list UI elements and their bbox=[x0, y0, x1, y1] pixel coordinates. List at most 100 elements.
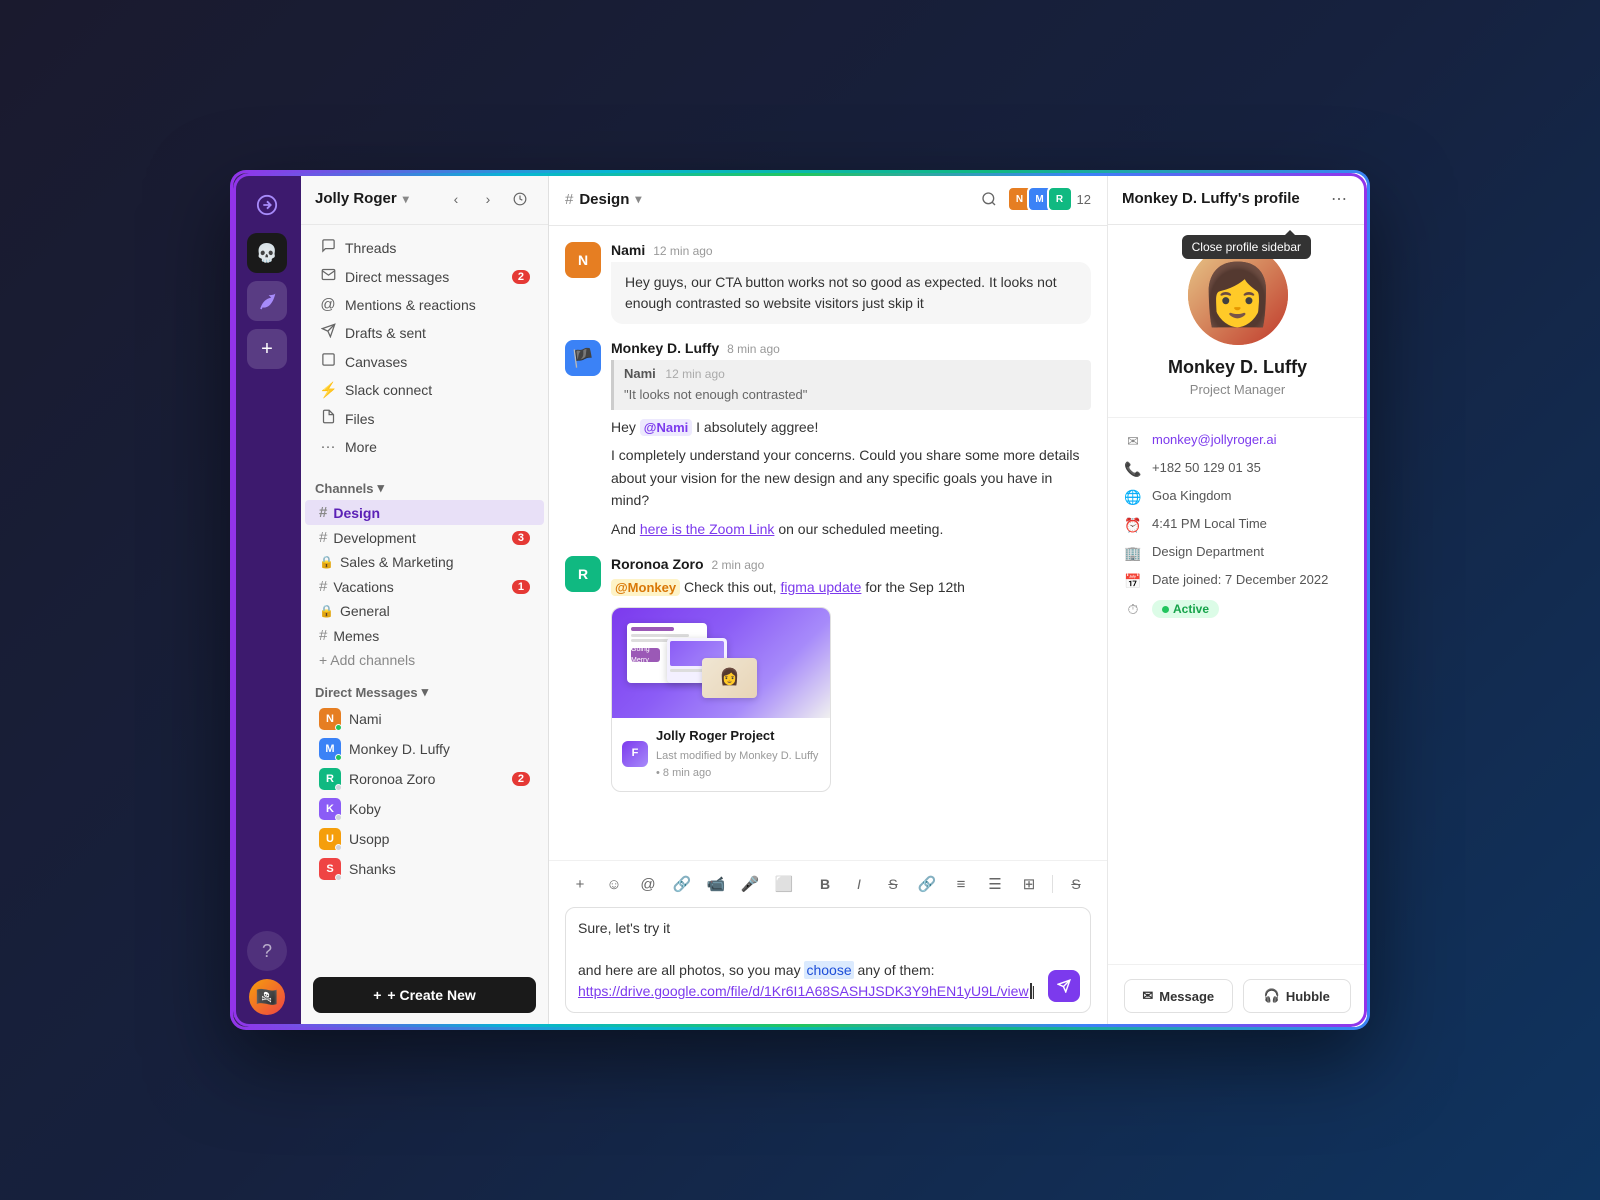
figma-mock-3: 👩 bbox=[702, 658, 757, 698]
search-button[interactable] bbox=[973, 183, 1005, 215]
back-button[interactable]: ‹ bbox=[442, 185, 470, 213]
zoro-avatar: R bbox=[319, 768, 341, 790]
zoom-link[interactable]: here is the Zoom Link bbox=[640, 521, 775, 537]
cursor: | bbox=[1030, 983, 1036, 999]
message-input[interactable]: Sure, let's try it and here are all phot… bbox=[578, 918, 1078, 1002]
dm-nami[interactable]: N Nami bbox=[305, 704, 544, 734]
chat-header-actions: N M R 12 bbox=[973, 183, 1091, 215]
sidebar-item-more[interactable]: ··· More bbox=[305, 433, 544, 460]
channel-general[interactable]: 🔒 General bbox=[305, 599, 544, 623]
nami-mention[interactable]: @Nami bbox=[640, 419, 692, 436]
figma-preview: Going Merry 👩 bbox=[612, 608, 830, 718]
slack-connect-icon: ⚡ bbox=[319, 381, 337, 399]
profile-more-button[interactable]: ⋯ bbox=[1325, 185, 1353, 213]
strikethrough-button[interactable]: S bbox=[878, 869, 908, 899]
profile-email[interactable]: monkey@jollyroger.ai bbox=[1152, 432, 1276, 447]
second-workspace-icon[interactable] bbox=[247, 281, 287, 321]
message-action-button[interactable]: ✉ Message bbox=[1124, 979, 1233, 1013]
vacations-label: Vacations bbox=[333, 579, 393, 595]
emoji-button[interactable]: ☺ bbox=[599, 869, 629, 899]
hyperlink-button[interactable]: 🔗 bbox=[912, 869, 942, 899]
toolbar-left: + ☺ @ 🔗 📹 🎤 ⬜ bbox=[565, 869, 799, 899]
sidebar-item-direct-messages[interactable]: Direct messages 2 bbox=[305, 262, 544, 291]
sidebar-item-drafts[interactable]: Drafts & sent bbox=[305, 318, 544, 347]
help-icon[interactable]: ? bbox=[247, 931, 287, 971]
channel-title[interactable]: # Design ▾ bbox=[565, 191, 641, 208]
dm-section-header[interactable]: Direct Messages ▾ bbox=[301, 672, 548, 704]
dm-usopp[interactable]: U Usopp bbox=[305, 824, 544, 854]
dm-koby[interactable]: K Koby bbox=[305, 794, 544, 824]
strikethrough2-button[interactable]: S bbox=[1061, 869, 1091, 899]
history-button[interactable] bbox=[506, 185, 534, 213]
user-avatar-rail[interactable]: 🏴‍☠️ bbox=[249, 979, 285, 1015]
message-zoro: R Roronoa Zoro 2 min ago @Monkey Check t… bbox=[565, 556, 1091, 792]
create-new-button[interactable]: + + Create New bbox=[313, 977, 536, 1013]
shanks-dm-label: Shanks bbox=[349, 861, 396, 877]
link-button[interactable]: 🔗 bbox=[667, 869, 697, 899]
member-avatar-3: R bbox=[1047, 186, 1073, 212]
figma-update-link[interactable]: figma update bbox=[780, 579, 861, 595]
channel-sales-marketing[interactable]: 🔒 Sales & Marketing bbox=[305, 550, 544, 574]
workspace-icon[interactable]: 💀 bbox=[247, 233, 287, 273]
channels-section-header[interactable]: Channels ▾ bbox=[301, 468, 548, 500]
forward-button[interactable]: › bbox=[474, 185, 502, 213]
member-avatars[interactable]: N M R 12 bbox=[1013, 186, 1091, 212]
status-text: Active bbox=[1173, 602, 1209, 616]
luffy-and: And bbox=[611, 521, 640, 537]
mention-button[interactable]: @ bbox=[633, 869, 663, 899]
profile-title: Monkey D. Luffy's profile bbox=[1122, 190, 1300, 207]
profile-joined-row: 📅 Date joined: 7 December 2022 bbox=[1124, 572, 1351, 590]
channel-design[interactable]: # Design bbox=[305, 500, 544, 525]
input-link[interactable]: https://drive.google.com/file/d/1Kr6I1A6… bbox=[578, 983, 1029, 999]
add-channels-item[interactable]: + Add channels bbox=[305, 648, 544, 672]
workspace-name-label: Jolly Roger bbox=[315, 190, 397, 207]
message-input-area[interactable]: Sure, let's try it and here are all phot… bbox=[565, 907, 1091, 1013]
profile-header: Monkey D. Luffy's profile ⋯ bbox=[1108, 173, 1367, 225]
monkey-mention[interactable]: @Monkey bbox=[611, 579, 680, 596]
sidebar-item-slack-connect[interactable]: ⚡ Slack connect bbox=[305, 376, 544, 404]
channel-vacations[interactable]: # Vacations 1 bbox=[305, 574, 544, 599]
profile-joined: Date joined: 7 December 2022 bbox=[1152, 572, 1328, 587]
nami-bubble: Hey guys, our CTA button works not so go… bbox=[611, 262, 1091, 324]
indent-button[interactable]: ⊞ bbox=[1014, 869, 1044, 899]
general-label: General bbox=[340, 603, 390, 619]
add-channels-label: + Add channels bbox=[319, 652, 415, 668]
unordered-list-button[interactable]: ☰ bbox=[980, 869, 1010, 899]
sidebar-item-files[interactable]: Files bbox=[305, 404, 544, 433]
figma-card[interactable]: Going Merry 👩 bbox=[611, 607, 831, 792]
add-workspace-icon[interactable]: + bbox=[247, 329, 287, 369]
dm-zoro[interactable]: R Roronoa Zoro 2 bbox=[305, 764, 544, 794]
bold-button[interactable]: B bbox=[810, 869, 840, 899]
profile-email-row: ✉ monkey@jollyroger.ai bbox=[1124, 432, 1351, 450]
status-badge: Active bbox=[1152, 600, 1219, 618]
lock-icon: 🔒 bbox=[319, 555, 334, 569]
snippet-button[interactable]: ⬜ bbox=[769, 869, 799, 899]
profile-phone-row: 📞 +182 50 129 01 35 bbox=[1124, 460, 1351, 478]
message-action-icon: ✉ bbox=[1142, 988, 1153, 1004]
channel-memes[interactable]: # Memes bbox=[305, 623, 544, 648]
home-icon[interactable] bbox=[247, 185, 287, 225]
hubble-action-button[interactable]: 🎧 Hubble bbox=[1243, 979, 1352, 1013]
italic-button[interactable]: I bbox=[844, 869, 874, 899]
workspace-name[interactable]: Jolly Roger ▾ bbox=[315, 190, 409, 207]
channel-development[interactable]: # Development 3 bbox=[305, 525, 544, 550]
video-button[interactable]: 📹 bbox=[701, 869, 731, 899]
dm-shanks[interactable]: S Shanks bbox=[305, 854, 544, 884]
clock-icon: ⏰ bbox=[1124, 517, 1142, 534]
sidebar-item-threads[interactable]: Threads bbox=[305, 233, 544, 262]
dm-luffy[interactable]: M Monkey D. Luffy bbox=[305, 734, 544, 764]
audio-button[interactable]: 🎤 bbox=[735, 869, 765, 899]
luffy-msg-content: Monkey D. Luffy 8 min ago Nami 12 min ag… bbox=[611, 340, 1091, 540]
sidebar-item-mentions[interactable]: @ Mentions & reactions bbox=[305, 291, 544, 318]
tooltip-text: Close profile sidebar bbox=[1192, 240, 1301, 254]
send-button[interactable] bbox=[1048, 970, 1080, 1002]
profile-local-time: 4:41 PM Local Time bbox=[1152, 516, 1267, 531]
memes-label: Memes bbox=[333, 628, 379, 644]
profile-details: ✉ monkey@jollyroger.ai 📞 +182 50 129 01 … bbox=[1108, 418, 1367, 632]
channel-hash-icon: # bbox=[319, 578, 327, 595]
add-button[interactable]: + bbox=[565, 869, 595, 899]
ordered-list-button[interactable]: ≡ bbox=[946, 869, 976, 899]
figma-card-title: Jolly Roger Project bbox=[656, 726, 820, 747]
sidebar-item-canvases[interactable]: Canvases bbox=[305, 347, 544, 376]
message-nami: N Nami 12 min ago Hey guys, our CTA butt… bbox=[565, 242, 1091, 324]
